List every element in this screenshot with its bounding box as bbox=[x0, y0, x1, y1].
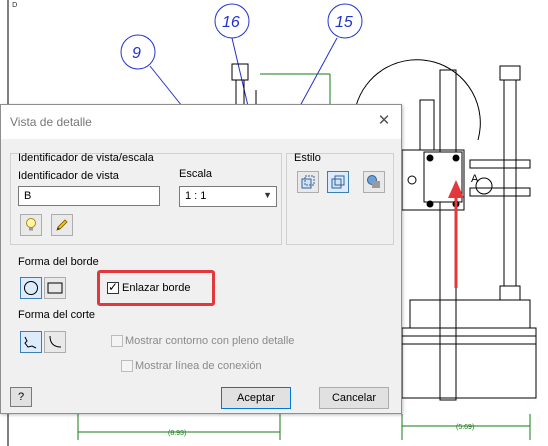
style-shaded-button[interactable] bbox=[363, 171, 385, 193]
smooth-cut-button[interactable] bbox=[44, 331, 66, 353]
rectangular-border-button[interactable] bbox=[44, 277, 66, 299]
view-id-label: Identificador de vista bbox=[18, 170, 119, 182]
border-shape-label: Forma del borde bbox=[18, 256, 99, 268]
pencil-icon bbox=[56, 219, 68, 231]
view-identifier-group-title: Identificador de vista/escala bbox=[18, 152, 154, 164]
balloon-15[interactable]: 15 bbox=[327, 3, 363, 39]
red-arrow-annotation bbox=[448, 180, 464, 288]
full-detail-label: Mostrar contorno con pleno detalle bbox=[125, 335, 295, 347]
close-icon[interactable]: ✕ bbox=[373, 111, 395, 131]
full-detail-checkbox[interactable] bbox=[111, 335, 123, 347]
view-id-input[interactable] bbox=[18, 186, 160, 206]
smooth-cut-icon bbox=[49, 335, 62, 348]
style-group bbox=[286, 153, 394, 245]
style-hidden-lines-removed-button[interactable] bbox=[327, 171, 349, 193]
balloon-15-text: 15 bbox=[335, 14, 353, 31]
circle-shape-icon bbox=[24, 281, 38, 295]
connection-line-label: Mostrar línea de conexión bbox=[135, 360, 262, 372]
dialog-title: Vista de detalle bbox=[10, 115, 92, 129]
visible-line-style-icon bbox=[331, 175, 345, 189]
lightbulb-icon bbox=[26, 218, 36, 231]
hidden-line-style-icon bbox=[301, 175, 315, 189]
style-hidden-lines-button[interactable] bbox=[297, 171, 319, 193]
dimension-8-93: (8.93) bbox=[168, 430, 186, 437]
jagged-cut-icon bbox=[24, 336, 37, 349]
shaded-style-icon bbox=[367, 175, 380, 188]
rectangle-shape-icon bbox=[47, 282, 63, 294]
detail-letter: A bbox=[471, 173, 479, 185]
sheet-zone-label: D bbox=[12, 1, 18, 9]
jagged-cut-button[interactable] bbox=[20, 331, 42, 353]
scale-select[interactable]: 1 : 1 ▼ bbox=[179, 186, 277, 207]
balloon-16[interactable]: 16 bbox=[214, 3, 250, 39]
dialog-titlebar[interactable]: Vista de detalle ✕ bbox=[1, 105, 401, 139]
balloon-leader-16 bbox=[231, 37, 249, 107]
balloon-9-text: 9 bbox=[132, 45, 141, 62]
dimension-5-69: (5.69) bbox=[456, 424, 474, 431]
balloon-9[interactable]: 9 bbox=[120, 34, 156, 70]
red-highlight-box bbox=[97, 270, 215, 306]
cut-shape-label: Forma del corte bbox=[18, 309, 96, 321]
style-group-title: Estilo bbox=[294, 152, 321, 164]
cancel-button[interactable]: Cancelar bbox=[319, 387, 389, 409]
chevron-down-icon: ▼ bbox=[263, 190, 272, 200]
connection-line-checkbox[interactable] bbox=[121, 360, 133, 372]
help-button[interactable]: ? bbox=[10, 387, 32, 407]
balloon-leader-9 bbox=[149, 65, 183, 107]
balloon-16-text: 16 bbox=[222, 14, 240, 31]
detail-view-dialog: Vista de detalle ✕ Identificador de vist… bbox=[0, 104, 402, 414]
accept-button[interactable]: Aceptar bbox=[221, 387, 291, 409]
lightbulb-toggle-button[interactable] bbox=[20, 214, 42, 236]
edit-view-label-button[interactable] bbox=[51, 214, 73, 236]
scale-select-value: 1 : 1 bbox=[185, 190, 207, 202]
scale-label: Escala bbox=[179, 168, 213, 180]
balloon-leader-15 bbox=[299, 37, 338, 107]
circular-border-button[interactable] bbox=[20, 277, 42, 299]
